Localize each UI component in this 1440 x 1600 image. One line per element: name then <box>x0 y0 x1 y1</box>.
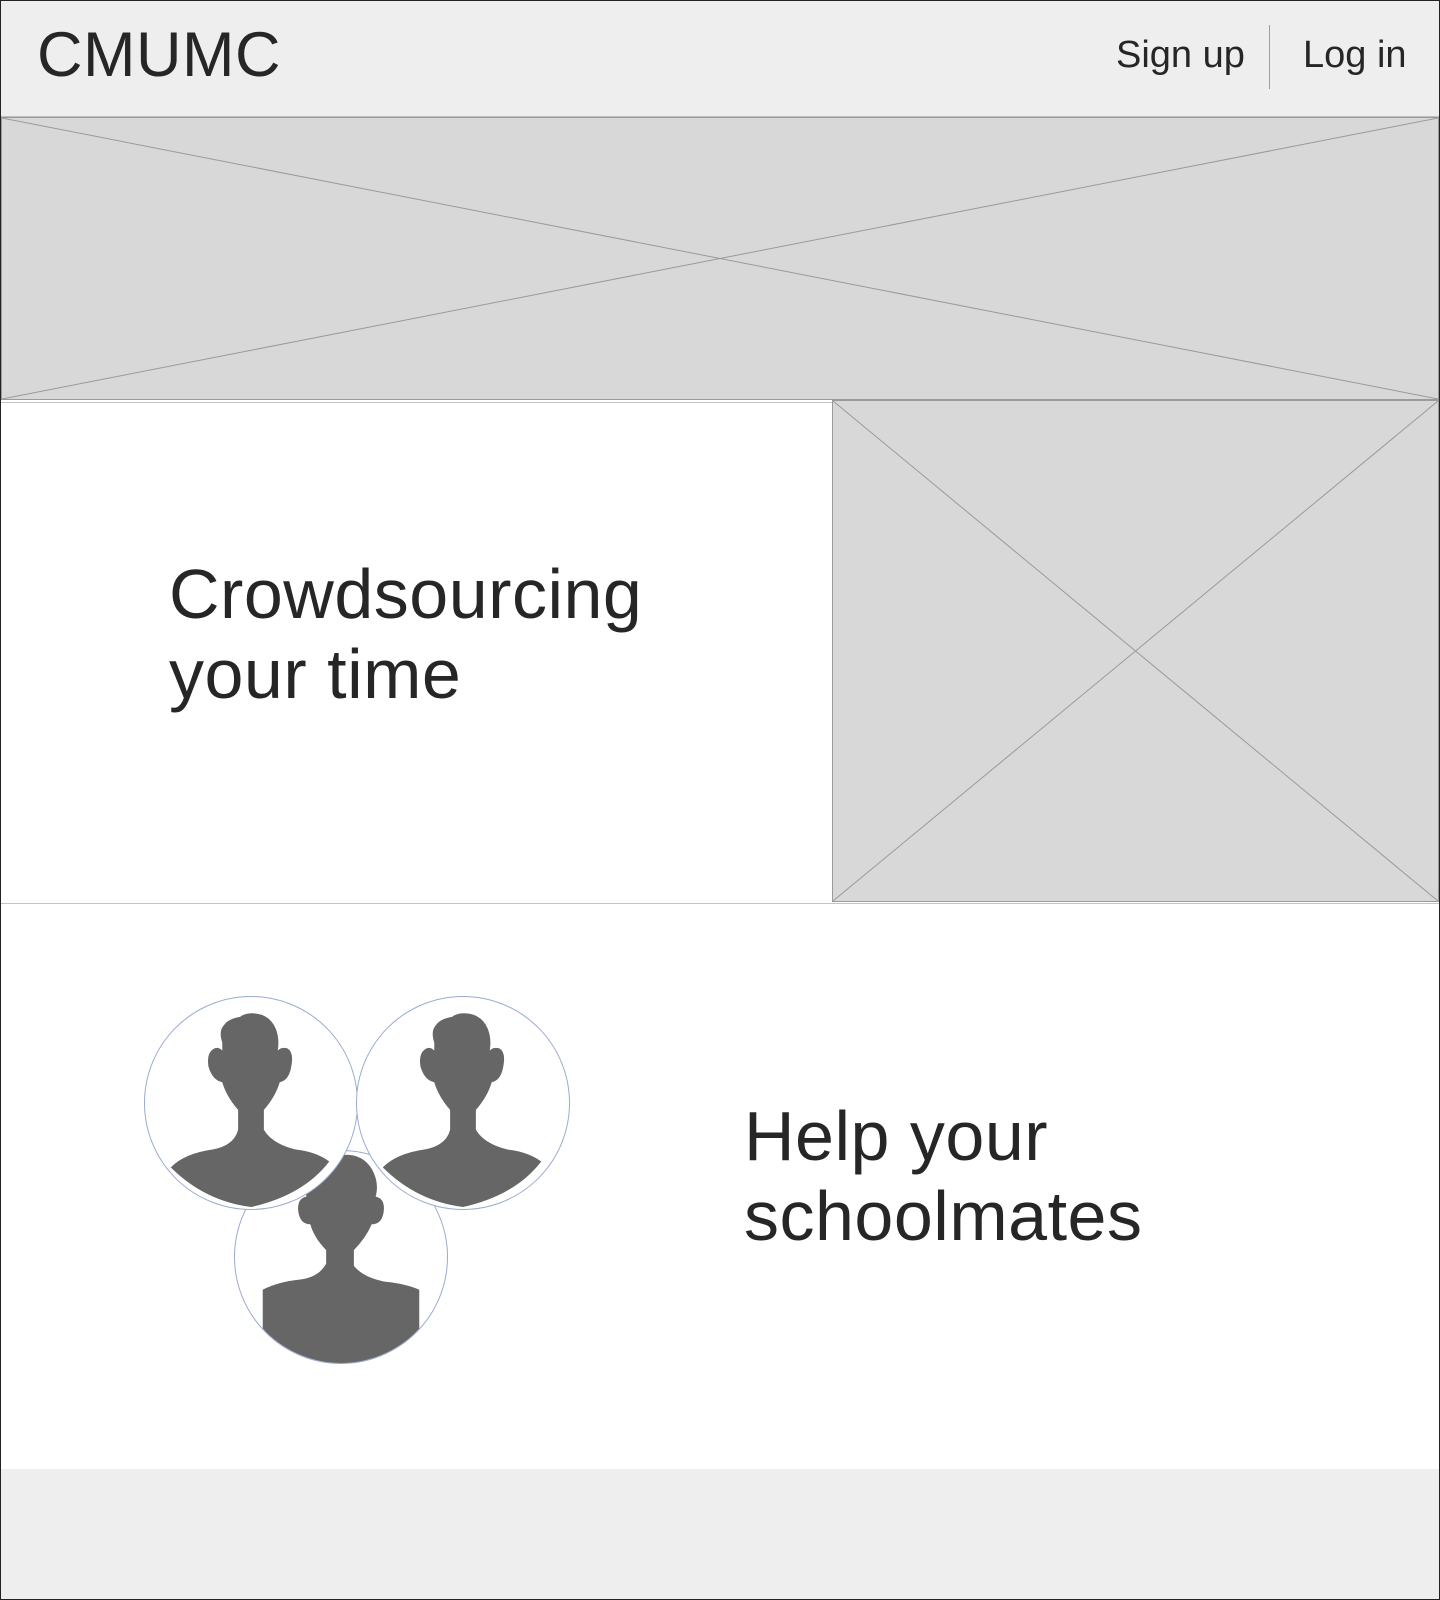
section-divider <box>1 402 832 403</box>
heading-line: Help your <box>744 1097 1049 1175</box>
feature-heading-schoolmates: Help your schoolmates <box>744 1096 1142 1256</box>
heading-line: Crowdsourcing <box>169 555 643 633</box>
top-header: CMUMC Sign up Log in <box>1 1 1439 117</box>
heading-line: your time <box>169 635 462 713</box>
section-divider <box>1 903 1439 904</box>
avatar <box>144 996 358 1210</box>
avatar <box>356 996 570 1210</box>
image-placeholder-icon <box>2 118 1438 399</box>
nav-divider <box>1269 25 1270 89</box>
image-placeholder-icon <box>833 401 1438 901</box>
feature-heading-crowdsourcing: Crowdsourcing your time <box>169 554 642 714</box>
login-link[interactable]: Log in <box>1303 33 1407 77</box>
signup-link[interactable]: Sign up <box>1116 33 1245 77</box>
person-silhouette-icon <box>170 1013 330 1208</box>
page-frame: CMUMC Sign up Log in Crowdsourcing your … <box>0 0 1440 1600</box>
page-footer <box>1 1469 1439 1599</box>
site-logo[interactable]: CMUMC <box>37 19 281 91</box>
heading-line: schoolmates <box>744 1177 1143 1255</box>
feature-image-placeholder <box>832 400 1439 902</box>
hero-image-placeholder <box>1 117 1439 400</box>
person-silhouette-icon <box>382 1013 542 1208</box>
